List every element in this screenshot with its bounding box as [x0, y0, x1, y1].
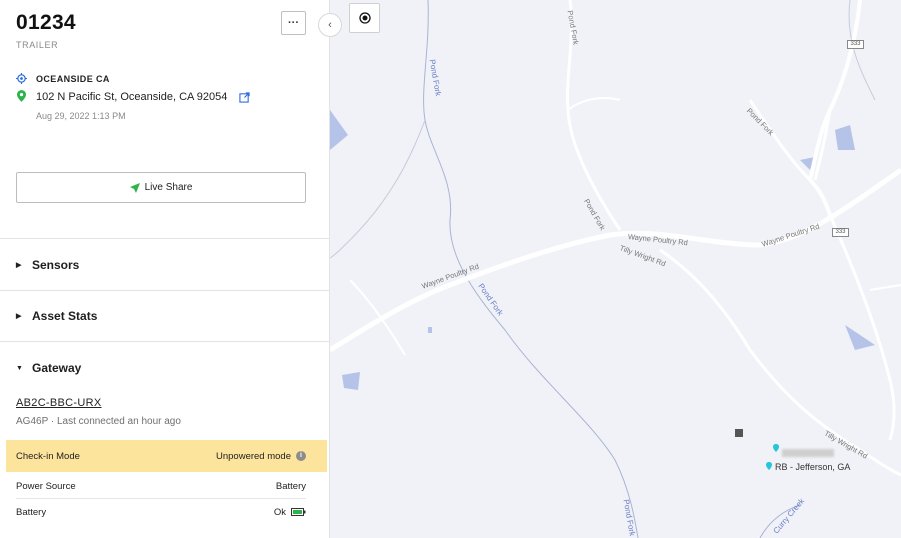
water-area — [835, 125, 855, 150]
road-wayne-poultry — [330, 167, 901, 353]
asset-detail-panel: 01234 TRAILER ··· OCEANSIDE CA 102 N Pac… — [0, 0, 330, 538]
location-address: 102 N Pacific St, Oceanside, CA 92054 — [36, 91, 228, 103]
divider — [0, 238, 330, 239]
caret-right-icon: ▶ — [16, 313, 22, 320]
divider — [0, 341, 330, 342]
row-label: Power Source — [16, 480, 76, 492]
redacted-label — [782, 449, 834, 457]
map-pin-icon[interactable] — [773, 444, 779, 452]
row-battery: Battery Ok — [6, 499, 327, 525]
road — [869, 284, 901, 291]
section-sensors[interactable]: ▶ Sensors — [16, 258, 79, 272]
row-check-in-mode: Check-in Mode Unpowered mode i — [6, 440, 327, 472]
asset-title: 01234 — [16, 11, 76, 34]
collapse-panel-button[interactable]: ‹ — [318, 13, 342, 37]
section-label: Sensors — [32, 258, 80, 272]
road — [567, 97, 621, 111]
gateway-meta: AG46P · Last connected an hour ago — [16, 416, 181, 427]
map-view[interactable]: Wayne Poultry Rd Wayne Poultry Rd Wayne … — [330, 0, 901, 538]
location-timestamp: Aug 29, 2022 1:13 PM — [36, 111, 126, 121]
water-area — [428, 327, 432, 333]
divider — [0, 290, 330, 291]
location-name: OCEANSIDE CA — [36, 74, 110, 84]
road — [349, 279, 406, 356]
section-asset-stats[interactable]: ▶ Asset Stats — [16, 309, 97, 323]
map-roads — [330, 0, 901, 538]
live-share-label: Live Share — [144, 182, 193, 193]
info-icon[interactable]: i — [296, 451, 306, 461]
asset-type: TRAILER — [16, 40, 59, 50]
locate-icon — [358, 12, 371, 24]
caret-right-icon: ▶ — [16, 262, 22, 269]
check-in-mode-value: Unpowered mode — [216, 450, 291, 462]
external-link-icon[interactable] — [239, 92, 250, 103]
locate-button[interactable] — [349, 3, 380, 33]
map-pin-icon[interactable] — [766, 462, 772, 470]
water-area — [845, 325, 875, 350]
chevron-left-icon: ‹ — [328, 19, 332, 31]
row-label: Check-in Mode — [16, 450, 80, 462]
row-value: Ok — [274, 507, 306, 518]
section-label: Gateway — [32, 361, 82, 375]
more-options-button[interactable]: ··· — [281, 11, 306, 35]
crosshair-icon — [16, 73, 27, 84]
road — [659, 248, 901, 477]
water-area — [342, 372, 360, 390]
row-power-source: Power Source Battery — [6, 473, 327, 499]
section-gateway[interactable]: ▼ Gateway — [16, 361, 81, 375]
road — [808, 0, 862, 181]
battery-icon — [291, 508, 306, 516]
row-value: Unpowered mode i — [216, 451, 306, 462]
map-pin-icon — [17, 90, 26, 102]
road — [808, 178, 832, 216]
asset-marker-icon[interactable] — [735, 429, 743, 437]
live-share-button[interactable]: Live Share — [16, 172, 306, 203]
row-value: Battery — [275, 480, 306, 492]
battery-value: Ok — [273, 506, 286, 518]
road — [828, 214, 896, 441]
gateway-id-link[interactable]: AB2C-BBC-URX — [16, 397, 102, 409]
section-label: Asset Stats — [32, 309, 98, 323]
caret-down-icon: ▼ — [16, 364, 23, 372]
creek-line — [330, 119, 426, 259]
road — [748, 99, 812, 182]
row-label: Battery — [16, 506, 47, 518]
location-marker-label: RB - Jefferson, GA — [775, 462, 851, 472]
route-shield: 333 — [832, 228, 849, 237]
send-icon — [129, 182, 140, 193]
water-area — [330, 110, 348, 150]
route-shield: 333 — [847, 40, 864, 49]
